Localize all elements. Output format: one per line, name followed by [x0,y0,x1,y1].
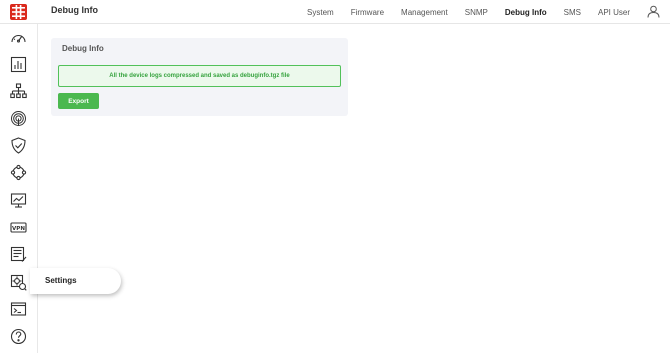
settings-icon[interactable] [10,274,27,291]
vpn-icon[interactable]: VPN [10,219,27,236]
nav-api-user[interactable]: API User [598,8,630,17]
nav-debug-info[interactable]: Debug Info [505,8,547,17]
page-title: Debug Info [51,5,98,15]
nav-firmware[interactable]: Firmware [351,8,384,17]
network-topology-icon[interactable] [10,83,27,100]
debug-info-panel: Debug Info All the device logs compresse… [51,38,348,116]
top-nav: System Firmware Management SNMP Debug In… [290,0,630,24]
vpn-label: VPN [12,226,25,232]
panel-title: Debug Info [62,44,104,53]
user-icon[interactable] [647,5,660,18]
nav-snmp[interactable]: SNMP [465,8,488,17]
settings-tooltip: Settings [30,268,121,294]
alert-message: All the device logs compressed and saved… [109,73,290,79]
help-icon[interactable] [10,328,27,345]
dashboard-icon[interactable] [10,30,27,47]
nav-system[interactable]: System [307,8,334,17]
terminal-icon[interactable] [10,301,27,318]
nav-sms[interactable]: SMS [564,8,581,17]
sidebar: VPN [0,24,38,353]
fortinet-logo-icon[interactable] [10,4,27,20]
monitor-icon[interactable] [10,192,27,209]
nav-management[interactable]: Management [401,8,448,17]
log-icon[interactable] [10,246,27,263]
integration-icon[interactable] [10,164,27,181]
fingerprint-icon[interactable] [10,110,27,127]
bar-chart-icon[interactable] [10,56,27,73]
export-button[interactable]: Export [58,93,99,109]
shield-check-icon[interactable] [10,137,27,154]
success-alert: All the device logs compressed and saved… [58,65,341,87]
top-bar: Debug Info System Firmware Management SN… [0,0,670,24]
tooltip-label: Settings [45,276,77,285]
